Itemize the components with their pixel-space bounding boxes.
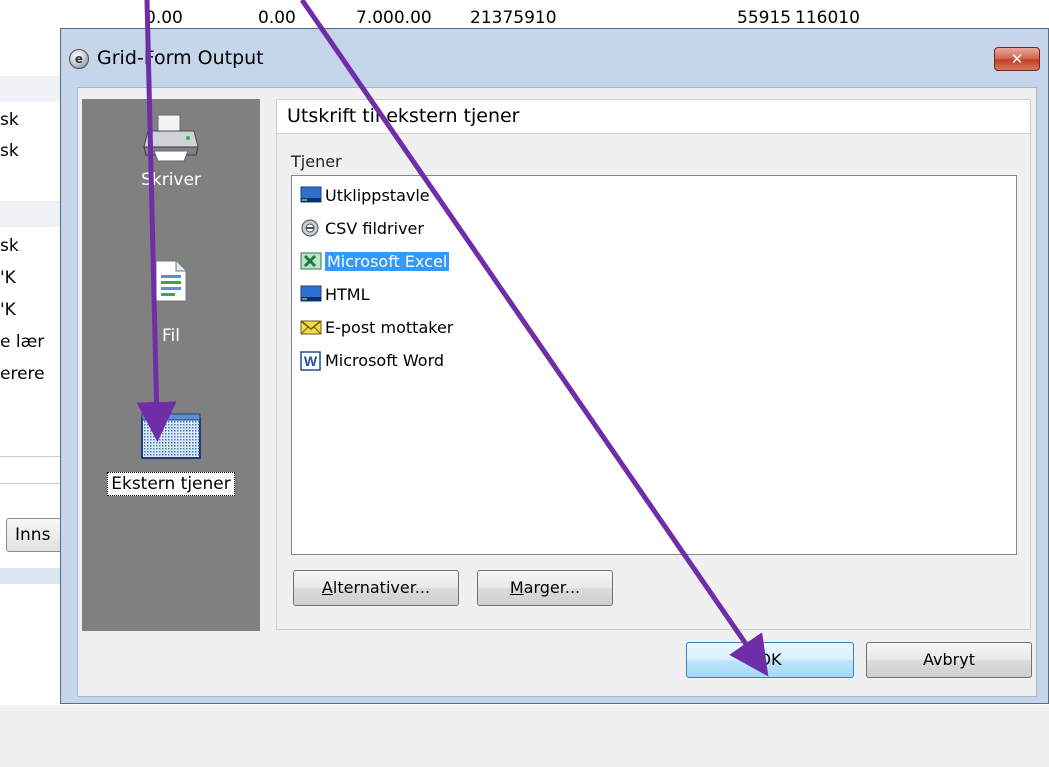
bg-divider (0, 483, 62, 484)
printer-icon (140, 111, 202, 163)
bg-cell: sk (0, 236, 19, 256)
dialog-client-area: Skriver Fil Ekstern tjener Utskrift til … (77, 87, 1037, 697)
options-button[interactable]: Alternativer... (293, 570, 459, 606)
side-item-file[interactable]: Fil (82, 259, 260, 347)
background-grid-top-row: 0.00 0.00 7.000.00 21375910 55915 116010 (0, 0, 1049, 28)
bg-cell: sk (0, 110, 19, 130)
options-label: lternativer... (332, 578, 431, 597)
side-item-label: Skriver (141, 170, 201, 190)
server-item-label: Utklippstavle (325, 185, 430, 205)
dialog-titlebar[interactable]: e Grid-Form Output ✕ (61, 29, 1048, 89)
app-logo-icon: e (69, 49, 89, 69)
background-inns-button[interactable]: Inns (6, 518, 66, 552)
panel-header: Utskrift til ekstern tjener (277, 100, 1030, 134)
bg-cell: 116010 (795, 8, 860, 28)
svg-text:W: W (304, 353, 318, 369)
server-item-label: Microsoft Excel (325, 251, 450, 271)
bg-cell: 0.00 (145, 8, 183, 28)
side-item-label: Ekstern tjener (107, 472, 235, 496)
clipboard-icon (300, 186, 322, 204)
server-item-excel[interactable]: Microsoft Excel (300, 249, 450, 273)
file-icon (154, 259, 188, 303)
email-icon (300, 318, 322, 336)
server-item-word[interactable]: W Microsoft Word (300, 348, 444, 372)
server-item-label: Microsoft Word (325, 350, 445, 370)
margins-accel: M (509, 578, 524, 597)
bg-cell: 0.00 (258, 8, 296, 28)
bg-cell: 7.000.00 (356, 8, 432, 28)
bg-cell: e lær (0, 332, 45, 352)
close-icon: ✕ (1010, 50, 1024, 68)
bg-cell: 21375910 (470, 8, 557, 28)
background-status-area (0, 705, 1049, 767)
bg-cell: 'K (0, 300, 16, 320)
server-item-html[interactable]: HTML (300, 282, 370, 306)
bg-cell: 55915 (737, 8, 792, 28)
background-grid-left: sk sk sk 'K 'K e lær erere (0, 28, 62, 767)
side-item-printer[interactable]: Skriver (82, 111, 260, 191)
excel-icon (300, 252, 322, 270)
word-icon: W (300, 351, 322, 371)
server-icon (138, 412, 204, 462)
side-item-label: Fil (162, 326, 180, 346)
dialog-title: Grid-Form Output (97, 47, 264, 69)
options-accel: A (321, 578, 333, 597)
bg-cell: sk (0, 141, 19, 161)
margins-label: arger... (523, 578, 581, 597)
bg-band (0, 201, 62, 227)
server-output-panel: Utskrift til ekstern tjener Tjener Utkli… (276, 99, 1031, 630)
grid-form-output-dialog: e Grid-Form Output ✕ Skriver Fil Ekstern… (60, 28, 1049, 704)
side-item-external-server[interactable]: Ekstern tjener (82, 412, 260, 496)
cancel-button[interactable]: Avbryt (866, 642, 1032, 678)
bg-cell: erere (0, 364, 45, 384)
server-listbox[interactable]: Utklippstavle CSV fildriver Microsoft Ex… (291, 175, 1017, 555)
bg-band (0, 76, 62, 102)
bg-divider (0, 456, 62, 457)
server-item-clipboard[interactable]: Utklippstavle (300, 183, 430, 207)
bg-cell: 'K (0, 268, 16, 288)
server-item-csv[interactable]: CSV fildriver (300, 216, 424, 240)
ok-button[interactable]: OK (686, 642, 854, 678)
server-item-email[interactable]: E-post mottaker (300, 315, 453, 339)
html-icon (300, 285, 322, 303)
server-item-label: CSV fildriver (325, 218, 424, 238)
output-type-panel: Skriver Fil Ekstern tjener (82, 99, 260, 631)
bg-band (0, 568, 62, 584)
csv-icon (300, 219, 322, 237)
server-item-label: HTML (325, 284, 370, 304)
close-button[interactable]: ✕ (994, 47, 1040, 71)
server-item-label: E-post mottaker (325, 317, 454, 337)
server-list-label: Tjener (291, 152, 342, 171)
margins-button[interactable]: Marger... (477, 570, 613, 606)
